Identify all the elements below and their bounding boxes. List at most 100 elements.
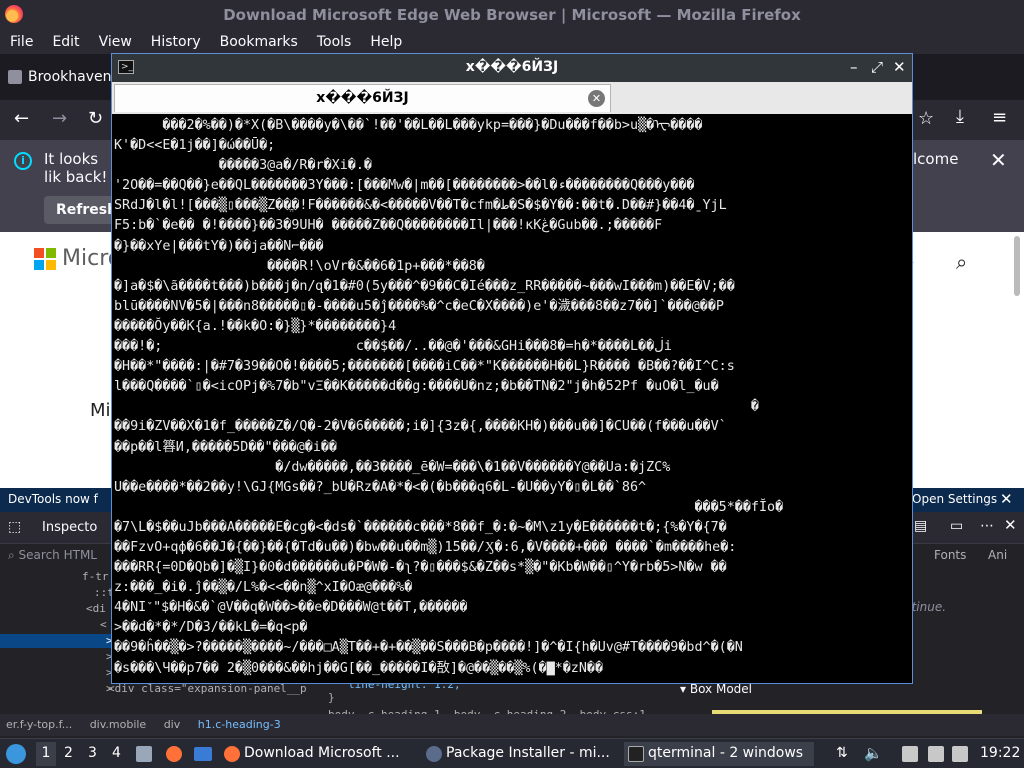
terminal-line: ����R!\oVr�&��6�1p+���*��8� (114, 258, 485, 274)
terminal-line: ���!�; c��$��/..��@�'���&GHi���8�=h�*���… (114, 339, 672, 355)
tab-inspector[interactable]: Inspecto (42, 520, 97, 535)
search-placeholder: Search HTML (18, 548, 97, 562)
volume-icon[interactable]: 🔈 (864, 744, 883, 762)
tab-animations[interactable]: Ani (988, 548, 1007, 562)
terminal-line: �/dw�����,��3����_ē�W=���\�1��V������Y@�… (114, 459, 671, 475)
html-tree: f-tr ::t <di < > > > > (0, 566, 114, 716)
file-manager-icon[interactable] (136, 746, 152, 762)
terminal-line: �����Ŏy��K{a.!��k�O:�}▒}*��������}4 (114, 318, 397, 334)
notification-text: It looks lik back! (44, 150, 108, 186)
terminal-output[interactable]: ���2�%��)�*X(�B\����y�\��`!��'��L��L���y… (114, 116, 886, 681)
terminal-line: K'�D<<E�1j��]�ώ��Ū�; (114, 138, 276, 154)
forward-arrow-icon[interactable]: → (52, 108, 67, 129)
task-qterminal[interactable]: qterminal - 2 windows (624, 742, 814, 766)
clipboard-icon[interactable] (902, 746, 918, 762)
breadcrumb-item[interactable]: h1.c-heading-3 (198, 718, 281, 731)
terminal-line: blū����NV�5�|���n8�����▯�-����u5�ĵ����%�… (114, 298, 724, 314)
terminal-line: >��d�*�*/D�3/��kL�=�q<p� (114, 620, 308, 636)
breadcrumb-item[interactable]: div (164, 718, 181, 731)
start-menu-icon[interactable] (6, 744, 26, 764)
more-icon[interactable]: ⋯ (980, 518, 994, 534)
menu-bookmarks[interactable]: Bookmarks (220, 34, 298, 50)
breadcrumb-item[interactable]: er.f-y-top.f... (6, 718, 72, 731)
reload-icon[interactable]: ↻ (88, 108, 103, 129)
terminal-scrollbar[interactable] (891, 116, 910, 681)
devtools-banner-text: DevTools now f (8, 492, 98, 506)
task-package-installer[interactable]: Package Installer - mi... (422, 742, 618, 766)
close-icon[interactable]: ✕ (588, 90, 605, 107)
search-html-input[interactable]: ⌕ Search HTML (0, 544, 112, 566)
network-icon[interactable]: ⇅ (836, 745, 848, 761)
workspace-2[interactable]: 2 (64, 745, 73, 761)
terminal-line: F5:b�`�e�� �!����}��3�9UH� �����Z��Q����… (114, 218, 663, 234)
page-scrollbar[interactable] (1014, 236, 1020, 296)
terminal-line: �7\L�$��uJb���A�����E�cg�<�ds�`������c��… (114, 519, 727, 535)
package-icon (426, 746, 442, 762)
close-icon[interactable]: ✕ (1004, 516, 1017, 534)
menu-help[interactable]: Help (370, 34, 402, 50)
tree-node[interactable]: f-tr (82, 570, 109, 583)
menu-history[interactable]: History (151, 34, 201, 50)
display-icon[interactable] (928, 746, 944, 762)
terminal-line: z:���_�i�.ĵ��▒�/L%�<<��n▒^xI�Oæ@���%� (114, 580, 413, 596)
breadcrumb-item[interactable]: div.mobile (90, 718, 147, 731)
workspace-3[interactable]: 3 (88, 745, 97, 761)
browser-tab[interactable]: Brookhaven (8, 62, 128, 92)
bookmark-star-icon[interactable]: ☆ (918, 108, 934, 129)
terminal-line: ���5*��fĬo� (114, 499, 784, 515)
notification-text-right: lcome (913, 150, 959, 168)
downloads-icon[interactable]: ⤓ (956, 106, 964, 127)
tree-node[interactable]: < (100, 618, 107, 631)
terminal-line: ��9�ĥ��▒�>?�����▒����~/���□A▒T��+�+��▒��… (114, 640, 743, 656)
terminal-line: '2O��=��Q��}e��QL�������3Y���:[���Mw�|m�… (114, 178, 695, 194)
menu-hamburger-icon[interactable]: ≡ (992, 107, 1007, 128)
menu-file[interactable]: File (10, 34, 33, 50)
close-icon[interactable]: ✕ (1000, 490, 1013, 508)
terminal-line: ��FzvO+qф�6��J�{��}��{�Td�u��)�bw��u��m▒… (114, 539, 737, 555)
task-label: qterminal - 2 windows (648, 745, 804, 761)
dock-icon[interactable]: ▭ (950, 518, 963, 534)
firefox-launcher-icon[interactable] (166, 746, 182, 762)
menu-bar: File Edit View History Bookmarks Tools H… (0, 30, 1024, 54)
terminal-title-bar[interactable]: >_ x���6ЙЗJ – ⤢ ✕ (112, 54, 912, 82)
desktop-icon[interactable] (194, 747, 212, 761)
browser-title-bar: Download Microsoft Edge Web Browser | Mi… (0, 0, 1024, 30)
battery-icon[interactable] (952, 746, 968, 762)
taskbar: 1 2 3 4 Download Microsoft ... Package I… (0, 738, 1024, 768)
minimize-icon[interactable]: – (850, 58, 858, 76)
terminal-tab[interactable]: x���6ЙЗJ ✕ (114, 84, 611, 112)
terminal-line: �s���\Ч��p7�� 2�▒0���&��hj��G[��_�����I�… (114, 660, 604, 676)
terminal-window[interactable]: >_ x���6ЙЗJ – ⤢ ✕ x���6ЙЗJ ✕ ���2�%��)�*… (111, 53, 913, 684)
layout-icon[interactable]: ▤ (914, 518, 927, 534)
selected-node-highlight (0, 634, 112, 648)
open-settings-link[interactable]: Open Settings (912, 492, 997, 506)
menu-tools[interactable]: Tools (317, 34, 352, 50)
search-icon[interactable]: ⌕ (956, 250, 967, 274)
terminal-line: SRdJ�l�l![���▒▯���▒Z��ֱ�!F������&�<�����… (114, 198, 727, 214)
terminal-line: �]a�$�\ã����t���)b���j�n/զ�1�#0(5y���^�9… (114, 278, 735, 294)
terminal-line: l���Q����`▯�<icOPj�%7�b"vΞ��K�����d��g:�… (114, 379, 719, 395)
menu-view[interactable]: View (99, 34, 132, 50)
back-arrow-icon[interactable]: ← (14, 108, 29, 129)
refresh-button[interactable]: Refresh (44, 196, 117, 224)
workspace-1[interactable]: 1 (36, 742, 56, 766)
menu-edit[interactable]: Edit (52, 34, 79, 50)
breadcrumb: er.f-y-top.f... div.mobile div h1.c-head… (0, 714, 1024, 736)
tab-fonts[interactable]: Fonts (934, 548, 966, 562)
box-model-section[interactable]: ▾ Box Model (680, 682, 752, 696)
search-icon: ⌕ (8, 548, 19, 562)
terminal-icon (628, 746, 644, 762)
workspace-4[interactable]: 4 (112, 745, 121, 761)
css-rules: line-height: 1.2; } body .c-heading-1, b… (320, 678, 660, 721)
tab-favicon-icon (8, 70, 22, 84)
tree-node[interactable]: <di (86, 602, 106, 615)
desktop: Download Microsoft Edge Web Browser | Mi… (0, 0, 1024, 768)
terminal-tab-bar: x���6ЙЗJ ✕ (112, 82, 912, 114)
element-picker-icon[interactable]: ⬚ (8, 519, 21, 535)
task-firefox[interactable]: Download Microsoft ... (220, 742, 416, 766)
window-title: Download Microsoft Edge Web Browser | Mi… (223, 6, 801, 24)
close-icon[interactable]: ✕ (893, 58, 906, 76)
terminal-line: ��p��l簭И,�����5D��"���@�i�� (114, 439, 337, 455)
close-icon[interactable]: ✕ (990, 148, 1007, 172)
maximize-icon[interactable]: ⤢ (871, 58, 883, 76)
